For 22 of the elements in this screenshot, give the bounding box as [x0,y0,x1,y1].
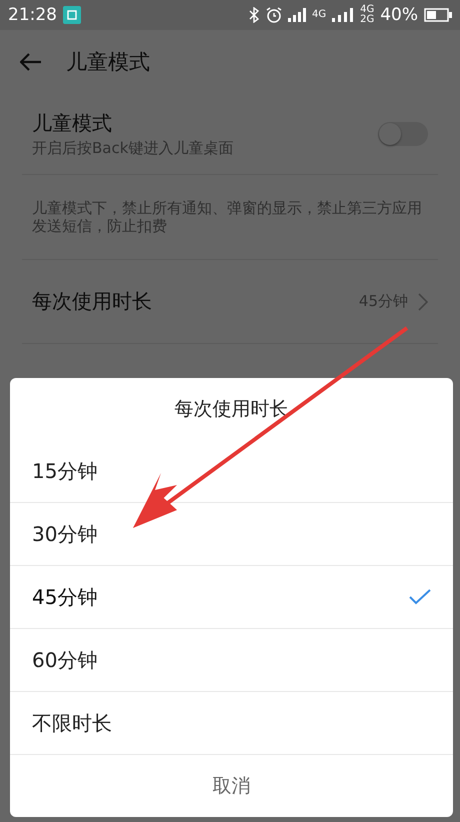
network-label: 4G [312,10,326,20]
setting-title: 儿童模式 [32,110,113,137]
bluetooth-icon [248,7,260,23]
cancel-button[interactable]: 取消 [10,755,453,817]
checkmark-icon [409,589,431,605]
option-item[interactable]: 60分钟 [10,629,453,692]
dialog-title: 每次使用时长 [174,397,290,422]
signal-icon [288,8,306,22]
page-title: 儿童模式 [66,49,150,76]
network-label: 4G [360,5,374,15]
back-arrow-icon[interactable] [20,53,42,71]
alarm-icon [266,7,282,23]
chevron-right-icon [418,292,428,310]
option-item[interactable]: 不限时长 [10,692,453,755]
battery-percent: 40% [380,6,418,24]
toggle-switch[interactable] [378,122,428,146]
screenshot-icon [63,6,81,24]
signal-icon [332,8,354,22]
network-label: 2G [360,15,374,25]
status-time: 21:28 [8,6,57,24]
option-item[interactable]: 45分钟 [10,566,453,629]
battery-icon [424,8,452,22]
